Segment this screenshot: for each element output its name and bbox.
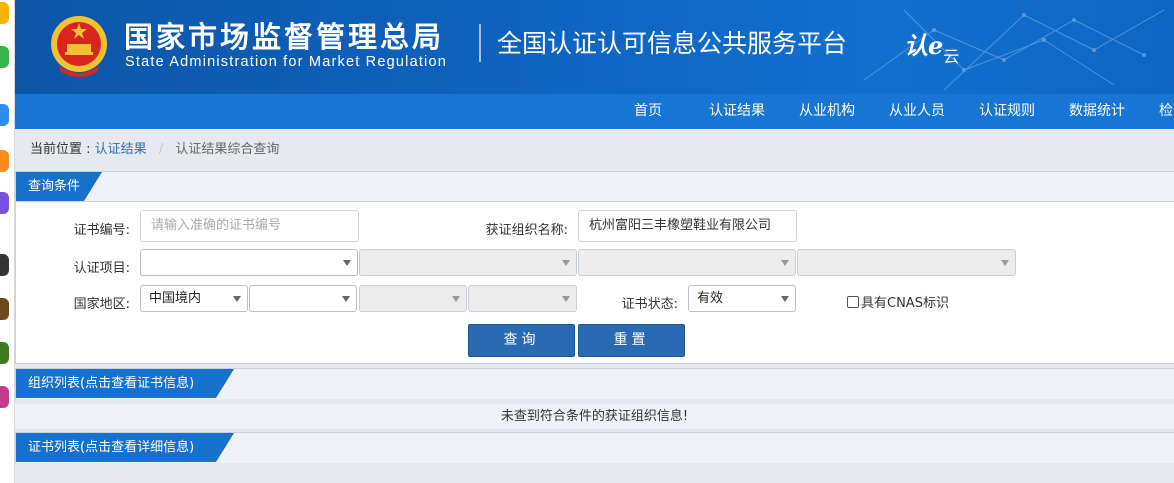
app-icon-yellow[interactable] — [0, 2, 9, 24]
org-list-panel: 组织列表(点击查看证书信息) — [15, 368, 1174, 399]
query-panel-title: 查询条件 — [16, 172, 102, 201]
nav-item-institutions[interactable]: 从业机构 — [799, 94, 855, 129]
app-icon-purple[interactable] — [0, 192, 9, 214]
breadcrumb-link-cert-results[interactable]: 认证结果 — [95, 142, 147, 157]
nav-item-cert-results[interactable]: 认证结果 — [709, 94, 765, 129]
app-icon-dark[interactable] — [0, 254, 9, 276]
region-select-province[interactable] — [249, 285, 357, 312]
cnas-checkbox[interactable] — [847, 296, 859, 308]
chevron-down-icon — [233, 296, 241, 302]
site-banner: 国家市场监督管理总局 State Administration for Mark… — [15, 0, 1174, 94]
agency-name-cn: 国家市场监督管理总局 — [124, 20, 445, 54]
query-panel-header: 查询条件 — [16, 172, 1174, 202]
breadcrumb-current: 认证结果综合查询 — [175, 142, 280, 157]
platform-logo-main: 认e — [904, 31, 944, 60]
reset-button[interactable]: 重置 — [578, 324, 685, 357]
chevron-down-icon — [781, 296, 789, 302]
chevron-down-icon — [452, 296, 460, 302]
status-select-value: 有效 — [697, 291, 724, 306]
cert-no-label: 证书编号: — [73, 223, 130, 238]
org-name-label: 获证组织名称: — [485, 223, 568, 238]
cnas-checkbox-text: 具有CNAS标识 — [861, 296, 949, 311]
banner-divider — [479, 24, 481, 62]
chevron-down-icon — [562, 260, 570, 266]
status-label: 证书状态: — [621, 297, 678, 312]
chevron-down-icon — [343, 260, 351, 266]
region-select-district[interactable] — [468, 285, 577, 312]
app-icon-orange[interactable] — [0, 150, 9, 172]
nav-item-home[interactable]: 首页 — [634, 94, 662, 129]
status-select[interactable]: 有效 — [688, 285, 796, 312]
chevron-down-icon — [342, 296, 350, 302]
chevron-down-icon — [562, 296, 570, 302]
project-label: 认证项目: — [73, 261, 130, 276]
breadcrumb-prefix: 当前位置 : — [30, 142, 91, 157]
project-select-3[interactable] — [578, 249, 796, 276]
cert-list-title: 证书列表(点击查看详细信息) — [16, 433, 234, 462]
project-select-4[interactable] — [797, 249, 1016, 276]
chevron-down-icon — [1001, 260, 1009, 266]
chevron-down-icon — [781, 260, 789, 266]
org-list-header: 组织列表(点击查看证书信息) — [16, 369, 1174, 399]
breadcrumb: 当前位置 : 认证结果 / 认证结果综合查询 — [30, 138, 279, 157]
org-name-input[interactable]: 杭州富阳三丰橡塑鞋业有限公司 — [578, 210, 797, 242]
app-icon-game-2[interactable] — [0, 342, 9, 364]
breadcrumb-separator: / — [158, 142, 164, 157]
cert-no-input[interactable]: 请输入准确的证书编号 — [140, 210, 359, 242]
cnas-checkbox-label[interactable]: 具有CNAS标识 — [847, 292, 949, 311]
platform-title: 全国认证认可信息公共服务平台 — [497, 29, 848, 58]
app-icon-game-1[interactable] — [0, 298, 9, 320]
nav-item-rules[interactable]: 认证规则 — [979, 94, 1035, 129]
region-select-country[interactable]: 中国境内 — [140, 285, 248, 312]
nav-item-more[interactable]: 检 — [1159, 94, 1173, 129]
project-select-2[interactable] — [359, 249, 577, 276]
cert-list-header: 证书列表(点击查看详细信息) — [16, 433, 1174, 463]
region-select-value: 中国境内 — [149, 291, 202, 306]
region-label: 国家地区: — [73, 297, 130, 312]
main-nav: 首页 认证结果 从业机构 从业人员 认证规则 数据统计 检 — [15, 94, 1174, 129]
side-dock — [0, 0, 15, 483]
nav-item-statistics[interactable]: 数据统计 — [1069, 94, 1125, 129]
agency-name-en: State Administration for Market Regulati… — [125, 54, 448, 70]
project-select-1[interactable] — [140, 249, 358, 276]
platform-logo: 认e云 — [904, 26, 959, 66]
org-list-title: 组织列表(点击查看证书信息) — [16, 369, 234, 398]
network-pattern-icon — [863, 9, 1165, 91]
nav-item-personnel[interactable]: 从业人员 — [889, 94, 945, 129]
app-icon-blue[interactable] — [0, 104, 9, 126]
app-icon-game-3[interactable] — [0, 386, 9, 408]
app-icon-green[interactable] — [0, 46, 9, 68]
platform-logo-sub: 云 — [943, 47, 960, 66]
search-button[interactable]: 查询 — [468, 324, 575, 357]
cert-list-panel: 证书列表(点击查看详细信息) — [15, 432, 1174, 463]
national-emblem-icon — [51, 16, 107, 77]
region-select-city[interactable] — [359, 285, 467, 312]
org-list-empty-message: 未查到符合条件的获证组织信息! — [15, 404, 1174, 430]
